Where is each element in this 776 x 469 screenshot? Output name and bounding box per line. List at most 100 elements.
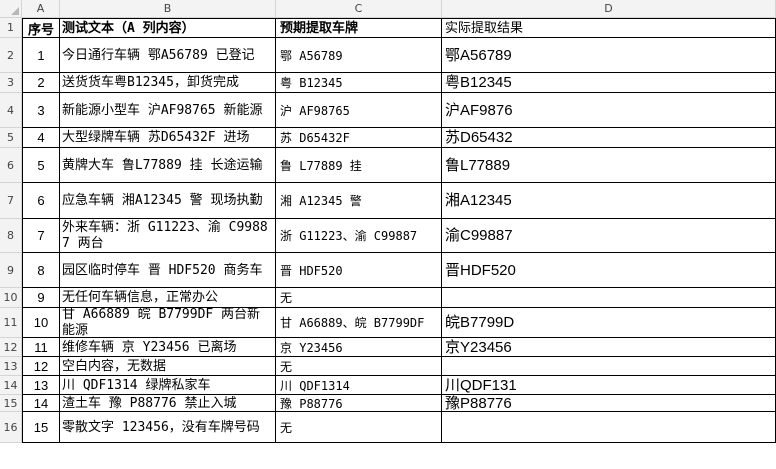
table-cell-b[interactable]: 黄牌大车 鲁L77889 挂 长途运输 xyxy=(60,148,276,183)
cell-text: 粤 B12345 xyxy=(280,76,343,90)
row-header[interactable]: 6 xyxy=(0,148,22,183)
table-cell-c[interactable]: 无 xyxy=(276,357,442,376)
cell-text: 无 xyxy=(280,420,293,435)
table-cell-c[interactable]: 无 xyxy=(276,412,442,443)
table-cell-b[interactable]: 维修车辆 京 Y23456 已离场 xyxy=(60,338,276,357)
table-cell-c[interactable]: 晋 HDF520 xyxy=(276,253,442,288)
table-cell-d[interactable]: 湘A12345 xyxy=(442,183,776,219)
table-cell-a[interactable]: 2 xyxy=(22,73,60,93)
cell-text: 零散文字 123456，没有车牌号码 xyxy=(62,419,260,435)
row-header[interactable]: 14 xyxy=(0,376,22,395)
cell-text: 2 xyxy=(37,75,45,90)
header-text: 测试文本（A 列内容） xyxy=(62,20,195,36)
table-cell-b[interactable]: 零散文字 123456，没有车牌号码 xyxy=(60,412,276,443)
table-cell-a[interactable]: 1 xyxy=(22,38,60,73)
table-cell-d[interactable]: 沪AF9876 xyxy=(442,93,776,128)
cell-text: 湘A12345 xyxy=(445,192,512,209)
table-cell-d[interactable]: 豫P88776 xyxy=(442,395,776,412)
table-cell-b[interactable]: 空白内容，无数据 xyxy=(60,357,276,376)
table-cell-c[interactable]: 鲁 L77889 挂 xyxy=(276,148,442,183)
row-header[interactable]: 16 xyxy=(0,412,22,443)
table-cell-b[interactable]: 渣土车 豫 P88776 禁止入城 xyxy=(60,395,276,412)
row-header[interactable]: 8 xyxy=(0,219,22,253)
cell-text: 维修车辆 京 Y23456 已离场 xyxy=(62,339,237,355)
table-cell-d[interactable]: 鲁L77889 xyxy=(442,148,776,183)
row-header[interactable]: 9 xyxy=(0,253,22,288)
cell-text: 今日通行车辆 鄂A56789 已登记 xyxy=(62,47,255,63)
column-header-d[interactable]: D xyxy=(442,0,776,18)
header-cell-d[interactable]: 实际提取结果 xyxy=(442,18,776,38)
table-cell-c[interactable]: 无 xyxy=(276,288,442,308)
table-cell-c[interactable]: 甘 A66889、皖 B7799DF xyxy=(276,308,442,338)
table-cell-b[interactable]: 外来车辆：浙 G11223、渝 C99887 两台 xyxy=(60,219,276,253)
row-header[interactable]: 13 xyxy=(0,357,22,376)
row-header[interactable]: 10 xyxy=(0,288,22,308)
table-cell-a[interactable]: 11 xyxy=(22,338,60,357)
header-cell-b[interactable]: 测试文本（A 列内容） xyxy=(60,18,276,38)
table-cell-b[interactable]: 应急车辆 湘A12345 警 现场执勤 xyxy=(60,183,276,219)
cell-text: 川 QDF1314 绿牌私家车 xyxy=(62,377,211,393)
table-cell-b[interactable]: 川 QDF1314 绿牌私家车 xyxy=(60,376,276,395)
table-cell-d[interactable] xyxy=(442,357,776,376)
header-text: 预期提取车牌 xyxy=(280,20,359,36)
row-header[interactable]: 7 xyxy=(0,183,22,219)
header-text: 序号 xyxy=(27,22,54,38)
table-cell-d[interactable]: 鄂A56789 xyxy=(442,38,776,73)
table-cell-d[interactable]: 粤B12345 xyxy=(442,73,776,93)
column-header-b[interactable]: B xyxy=(60,0,276,18)
row-header[interactable]: 11 xyxy=(0,308,22,338)
table-cell-d[interactable]: 苏D65432 xyxy=(442,128,776,148)
table-cell-a[interactable]: 7 xyxy=(22,219,60,253)
table-cell-a[interactable]: 12 xyxy=(22,357,60,376)
table-cell-b[interactable]: 今日通行车辆 鄂A56789 已登记 xyxy=(60,38,276,73)
table-cell-c[interactable]: 浙 G11223、渝 C99887 xyxy=(276,219,442,253)
table-cell-c[interactable]: 苏 D65432F xyxy=(276,128,442,148)
table-cell-c[interactable]: 鄂 A56789 xyxy=(276,38,442,73)
row-header[interactable]: 3 xyxy=(0,73,22,93)
table-cell-a[interactable]: 13 xyxy=(22,376,60,395)
table-cell-b[interactable]: 大型绿牌车辆 苏D65432F 进场 xyxy=(60,128,276,148)
table-cell-c[interactable]: 湘 A12345 警 xyxy=(276,183,442,219)
cell-text: 苏D65432 xyxy=(445,129,513,146)
cell-text: 鲁 L77889 挂 xyxy=(280,158,362,173)
row-header[interactable]: 2 xyxy=(0,38,22,73)
header-cell-a[interactable]: 序号 xyxy=(22,18,60,38)
table-cell-c[interactable]: 京 Y23456 xyxy=(276,338,442,357)
table-cell-b[interactable]: 甘 A66889 皖 B7799DF 两台新能源 xyxy=(60,308,276,338)
table-cell-a[interactable]: 8 xyxy=(22,253,60,288)
table-cell-d[interactable]: 渝C99887 xyxy=(442,219,776,253)
table-cell-a[interactable]: 3 xyxy=(22,93,60,128)
table-cell-b[interactable]: 园区临时停车 晋 HDF520 商务车 xyxy=(60,253,276,288)
table-cell-a[interactable]: 5 xyxy=(22,148,60,183)
table-cell-a[interactable]: 15 xyxy=(22,412,60,443)
cell-text: 新能源小型车 沪AF98765 新能源 xyxy=(62,102,263,118)
table-cell-d[interactable]: 京Y23456 xyxy=(442,338,776,357)
table-cell-c[interactable]: 川 QDF1314 xyxy=(276,376,442,395)
table-cell-d[interactable] xyxy=(442,288,776,308)
header-cell-c[interactable]: 预期提取车牌 xyxy=(276,18,442,38)
table-cell-a[interactable]: 4 xyxy=(22,128,60,148)
table-cell-d[interactable]: 晋HDF520 xyxy=(442,253,776,288)
row-header[interactable]: 12 xyxy=(0,338,22,357)
table-cell-b[interactable]: 无任何车辆信息，正常办公 xyxy=(60,288,276,308)
column-header-a[interactable]: A xyxy=(22,0,60,18)
row-header[interactable]: 1 xyxy=(0,18,22,38)
table-cell-a[interactable]: 6 xyxy=(22,183,60,219)
table-cell-b[interactable]: 新能源小型车 沪AF98765 新能源 xyxy=(60,93,276,128)
row-header[interactable]: 5 xyxy=(0,128,22,148)
select-all-corner[interactable] xyxy=(0,0,22,18)
table-cell-a[interactable]: 10 xyxy=(22,308,60,338)
column-header-c[interactable]: C xyxy=(276,0,442,18)
table-cell-c[interactable]: 粤 B12345 xyxy=(276,73,442,93)
cell-text: 外来车辆：浙 G11223、渝 C99887 两台 xyxy=(62,220,268,251)
table-cell-c[interactable]: 豫 P88776 xyxy=(276,395,442,412)
row-header[interactable]: 4 xyxy=(0,93,22,128)
table-cell-d[interactable] xyxy=(442,412,776,443)
table-cell-c[interactable]: 沪 AF98765 xyxy=(276,93,442,128)
table-cell-b[interactable]: 送货货车粤B12345，卸货完成 xyxy=(60,73,276,93)
table-cell-a[interactable]: 14 xyxy=(22,395,60,412)
table-cell-a[interactable]: 9 xyxy=(22,288,60,308)
table-cell-d[interactable]: 皖B7799D xyxy=(442,308,776,338)
table-cell-d[interactable]: 川QDF131 xyxy=(442,376,776,395)
row-header[interactable]: 15 xyxy=(0,395,22,412)
